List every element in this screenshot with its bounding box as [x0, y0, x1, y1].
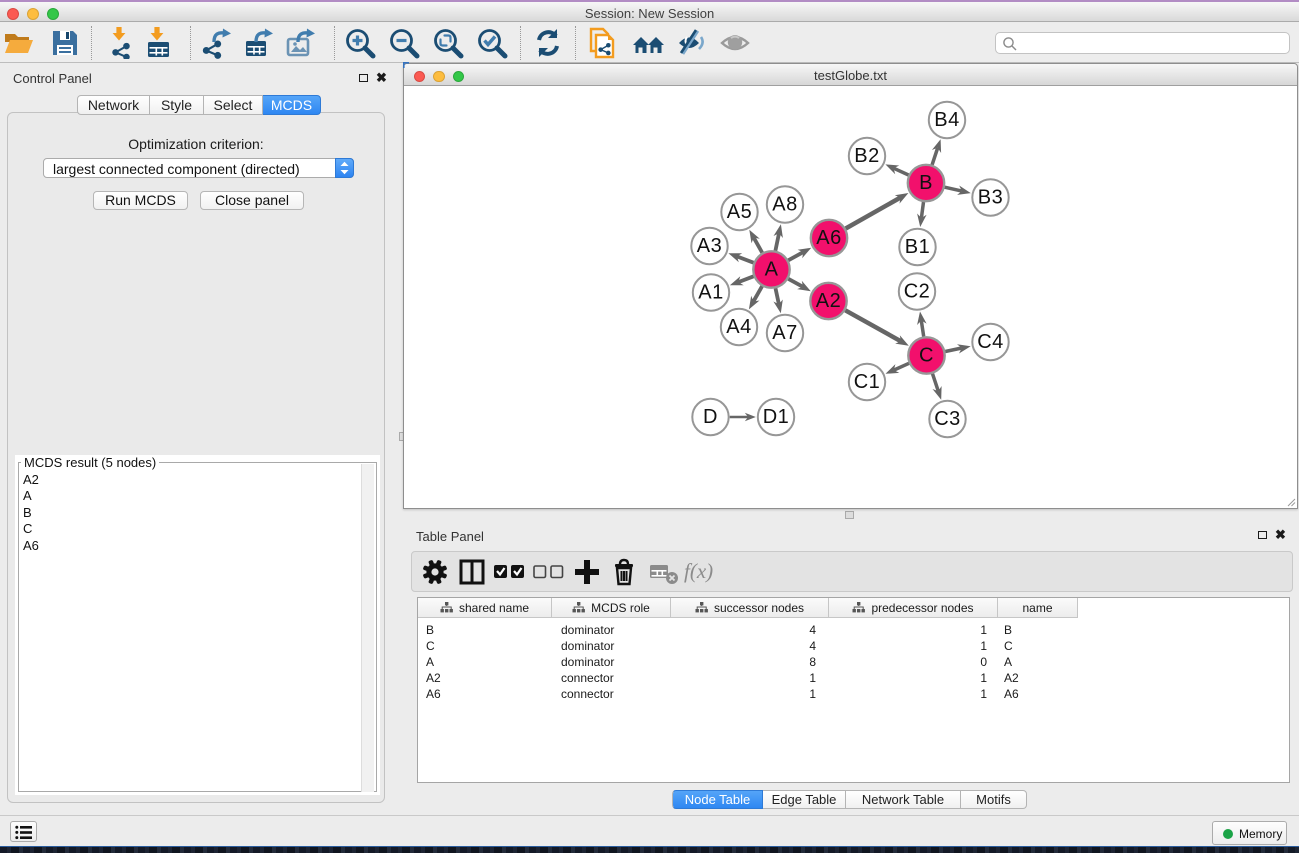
svg-text:A8: A8	[772, 194, 797, 216]
svg-text:D: D	[703, 406, 718, 428]
svg-text:A7: A7	[772, 322, 797, 344]
svg-text:C2: C2	[904, 281, 931, 303]
svg-text:C: C	[919, 345, 934, 367]
svg-text:A6: A6	[816, 227, 841, 249]
svg-text:A2: A2	[816, 290, 841, 312]
svg-text:C1: C1	[854, 371, 881, 393]
svg-text:B3: B3	[978, 187, 1003, 209]
svg-text:C3: C3	[934, 408, 961, 430]
svg-text:B: B	[919, 172, 933, 194]
svg-text:B4: B4	[934, 109, 959, 131]
svg-text:A1: A1	[698, 282, 723, 304]
svg-text:A3: A3	[697, 235, 722, 257]
svg-text:A: A	[765, 259, 779, 281]
svg-text:A4: A4	[726, 316, 751, 338]
svg-text:D1: D1	[763, 406, 790, 428]
svg-text:C4: C4	[977, 331, 1004, 353]
svg-text:B2: B2	[854, 145, 879, 167]
svg-text:B1: B1	[905, 236, 930, 258]
svg-text:A5: A5	[727, 201, 752, 223]
